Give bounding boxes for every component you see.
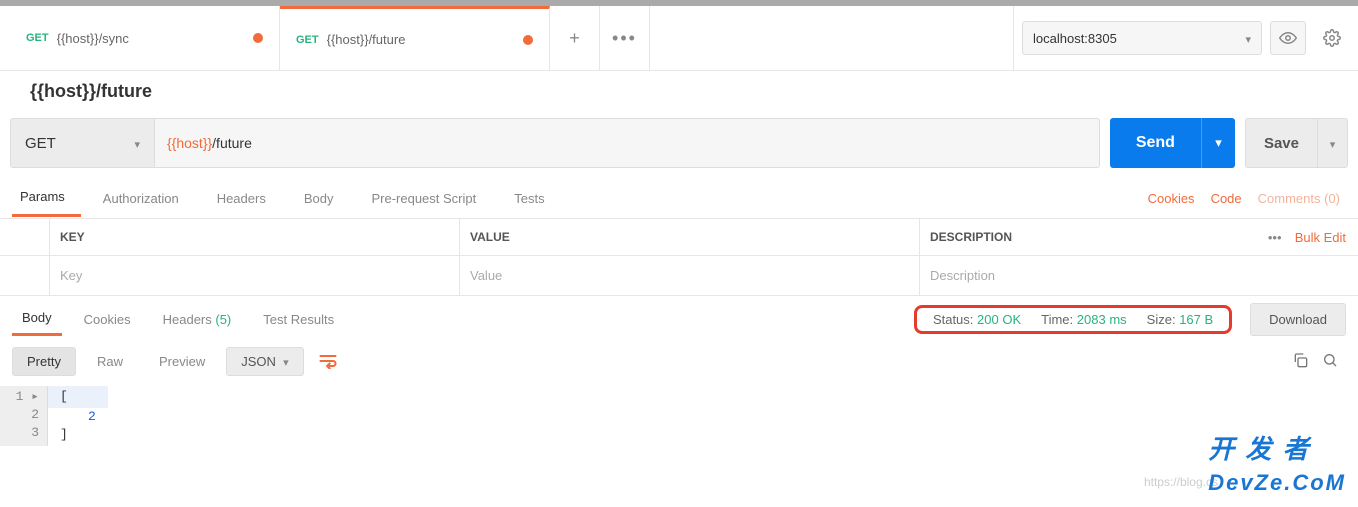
save-dropdown[interactable] bbox=[1317, 119, 1347, 167]
tab-path: {{host}}/sync bbox=[57, 31, 241, 46]
status-label: Status: bbox=[933, 312, 973, 327]
quicklook-button[interactable] bbox=[1270, 21, 1306, 55]
save-label: Save bbox=[1246, 119, 1317, 167]
param-value-input[interactable] bbox=[470, 268, 909, 283]
view-raw[interactable]: Raw bbox=[82, 347, 138, 376]
status-value: 200 OK bbox=[977, 312, 1021, 327]
send-dropdown[interactable]: ▾ bbox=[1201, 118, 1235, 168]
request-title: {{host}}/future bbox=[0, 71, 1358, 108]
environment-select[interactable]: localhost:8305 bbox=[1022, 21, 1262, 55]
wrap-lines-button[interactable] bbox=[310, 346, 346, 376]
new-tab-button[interactable]: + bbox=[550, 6, 600, 70]
size-value: 167 B bbox=[1179, 312, 1213, 327]
link-cookies[interactable]: Cookies bbox=[1148, 191, 1195, 206]
copy-button[interactable] bbox=[1292, 352, 1308, 371]
settings-button[interactable] bbox=[1314, 21, 1350, 55]
watermark-brand: 开 发 者 DevZe.CoM bbox=[1208, 429, 1346, 497]
resp-tab-cookies[interactable]: Cookies bbox=[74, 304, 141, 335]
chevron-down-icon bbox=[1330, 136, 1336, 151]
chevron-down-icon bbox=[283, 354, 289, 369]
format-select[interactable]: JSON bbox=[226, 347, 303, 376]
resp-headers-badge: (5) bbox=[215, 312, 231, 327]
tab-prerequest[interactable]: Pre-request Script bbox=[363, 181, 492, 216]
time-value: 2083 ms bbox=[1077, 312, 1127, 327]
param-key-input[interactable] bbox=[60, 268, 449, 283]
param-row bbox=[0, 256, 1358, 296]
view-preview[interactable]: Preview bbox=[144, 347, 220, 376]
code-line: [ bbox=[48, 386, 108, 408]
resp-tab-headers[interactable]: Headers (5) bbox=[153, 304, 242, 335]
resp-tab-body[interactable]: Body bbox=[12, 302, 62, 336]
param-desc-input[interactable] bbox=[930, 268, 1348, 283]
tab-future[interactable]: GET {{host}}/future bbox=[280, 6, 550, 70]
response-body: 1 ▸ 2 3 [ 2 ] bbox=[0, 386, 1358, 446]
params-more-button[interactable]: ••• bbox=[1255, 230, 1295, 245]
tab-body[interactable]: Body bbox=[296, 181, 350, 216]
chevron-down-icon bbox=[1245, 31, 1251, 46]
method-select[interactable]: GET bbox=[10, 118, 155, 168]
unsaved-dot-icon bbox=[523, 35, 533, 45]
code-line: 2 bbox=[88, 409, 96, 424]
environment-selected: localhost:8305 bbox=[1033, 31, 1117, 46]
tab-path: {{host}}/future bbox=[327, 32, 511, 47]
size-label: Size: bbox=[1147, 312, 1176, 327]
watermark-blog: https://blog.cs bbox=[1144, 475, 1218, 489]
format-selected: JSON bbox=[241, 354, 276, 369]
send-label: Send bbox=[1110, 118, 1201, 168]
response-status-box: Status: 200 OK Time: 2083 ms Size: 167 B bbox=[914, 305, 1232, 334]
send-button[interactable]: Send ▾ bbox=[1110, 118, 1235, 168]
search-button[interactable] bbox=[1322, 352, 1338, 371]
tab-sync[interactable]: GET {{host}}/sync bbox=[10, 6, 280, 70]
save-button[interactable]: Save bbox=[1245, 118, 1348, 168]
unsaved-dot-icon bbox=[253, 33, 263, 43]
col-desc: DESCRIPTION bbox=[920, 219, 1255, 255]
url-input[interactable]: {{host}}/future bbox=[155, 118, 1100, 168]
download-button[interactable]: Download bbox=[1250, 303, 1346, 336]
time-label: Time: bbox=[1041, 312, 1073, 327]
view-pretty[interactable]: Pretty bbox=[12, 347, 76, 376]
col-key: KEY bbox=[50, 219, 460, 255]
tab-authorization[interactable]: Authorization bbox=[95, 181, 195, 216]
link-comments[interactable]: Comments (0) bbox=[1258, 191, 1340, 206]
col-value: VALUE bbox=[460, 219, 920, 255]
resp-tab-tests[interactable]: Test Results bbox=[253, 304, 344, 335]
url-path: /future bbox=[212, 135, 252, 151]
code-line: ] bbox=[60, 426, 96, 444]
tab-params[interactable]: Params bbox=[12, 179, 81, 217]
tabs-overflow-button[interactable]: ••• bbox=[600, 6, 650, 70]
chevron-down-icon bbox=[134, 135, 140, 152]
tab-method: GET bbox=[296, 34, 319, 46]
link-code[interactable]: Code bbox=[1211, 191, 1242, 206]
resp-headers-label: Headers bbox=[163, 312, 212, 327]
tab-method: GET bbox=[26, 32, 49, 44]
params-header: KEY VALUE DESCRIPTION ••• Bulk Edit bbox=[0, 218, 1358, 256]
tab-headers[interactable]: Headers bbox=[209, 181, 282, 216]
method-selected: GET bbox=[25, 135, 56, 152]
tab-tests[interactable]: Tests bbox=[506, 181, 560, 216]
url-variable: {{host}} bbox=[167, 135, 212, 151]
bulk-edit-link[interactable]: Bulk Edit bbox=[1295, 230, 1358, 245]
